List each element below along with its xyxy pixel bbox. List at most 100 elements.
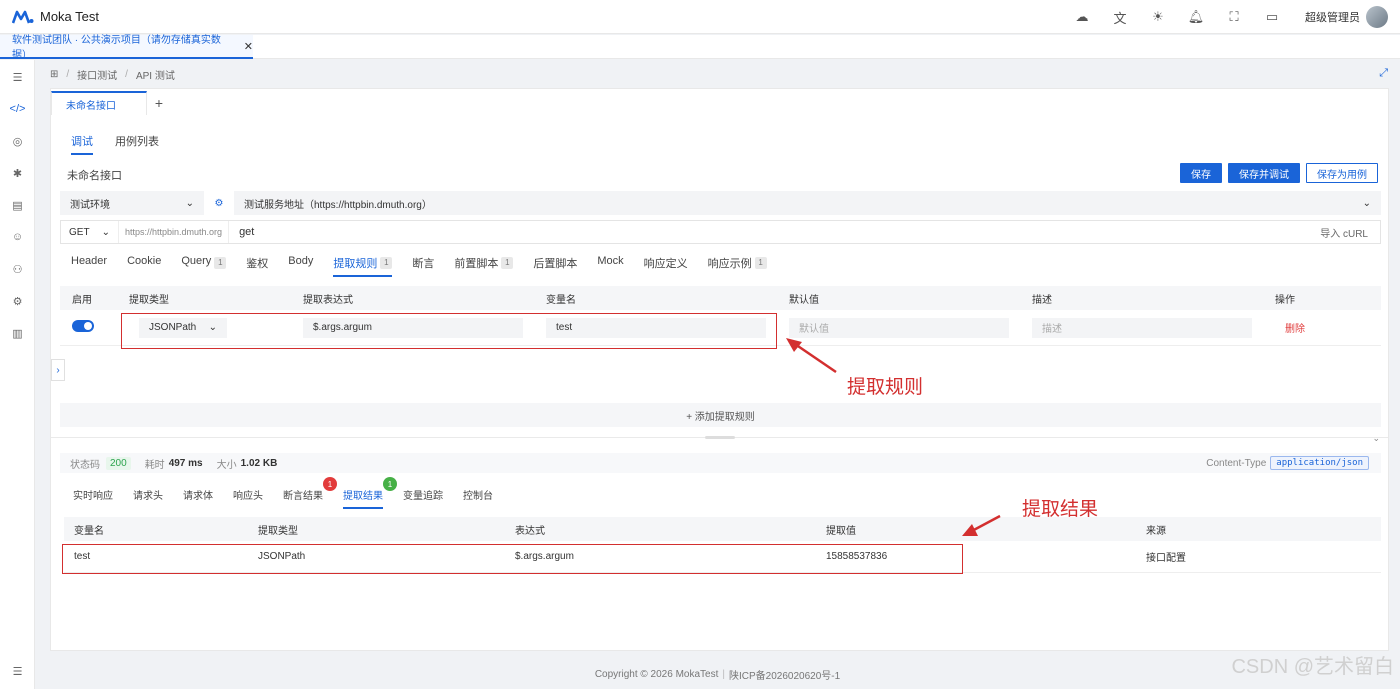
count-badge: 1 — [380, 257, 393, 269]
tab-request-2[interactable]: Query 1 — [181, 255, 227, 277]
add-tab-button[interactable]: + — [149, 91, 169, 115]
request-tabs: Header Cookie Query 1 鉴权 Body 提取规则 1 断言 前置脚本 1 后置脚本… — [71, 255, 787, 277]
response-meta: 状态码 200 耗时 497 ms 大小 1.02 KB Content-Typ… — [60, 453, 1381, 473]
count-badge: 1 — [383, 477, 397, 491]
gear-icon[interactable]: ⚙ — [0, 288, 35, 314]
tab-response-6[interactable]: 变量追踪 — [403, 487, 443, 509]
method-select[interactable]: GET ⌄ — [61, 221, 119, 243]
project-tab-bar: 软件测试团队 · 公共演示项目（请勿存储真实数据） ✕ — [0, 35, 1400, 61]
project-tab[interactable]: 软件测试团队 · 公共演示项目（请勿存储真实数据） ✕ — [0, 35, 253, 61]
tab-request-5[interactable]: 提取规则 1 — [333, 255, 393, 277]
save-as-case-button[interactable]: 保存为用例 — [1306, 163, 1378, 183]
tab-response-0[interactable]: 实时响应 — [73, 487, 113, 509]
tab-request-6[interactable]: 断言 — [412, 255, 434, 277]
server-select[interactable]: 测试服务地址（https://httpbin.dmuth.org） ⌄ — [234, 191, 1381, 215]
description-input[interactable]: 描述 — [1032, 317, 1252, 338]
count-badge: 1 — [501, 257, 514, 269]
count-badge: 1 — [754, 257, 767, 269]
project-tab-label: 软件测试团队 · 公共演示项目（请勿存储真实数据） — [12, 35, 221, 61]
resize-handle[interactable] — [705, 436, 735, 439]
breadcrumb: ⊞ / 接口测试 / API 测试 — [50, 67, 175, 82]
app-title: Moka Test — [40, 9, 100, 24]
content-type-tag: application/json — [1270, 456, 1369, 470]
breadcrumb-item: API 测试 — [135, 70, 175, 82]
tab-request-1[interactable]: Cookie — [127, 255, 161, 277]
tab-response-3[interactable]: 响应头 — [233, 487, 263, 509]
chevron-down-icon: ⌄ — [185, 197, 194, 209]
table-header: 变量名 提取类型 表达式 提取值 来源 — [64, 517, 1381, 541]
footer: Copyright © 2026 MokaTest | 陕ICP备2026020… — [594, 667, 841, 682]
calendar-icon[interactable]: ▤ — [0, 192, 35, 218]
tab-response-7[interactable]: 控制台 — [463, 487, 493, 509]
env-settings-icon[interactable]: ⚙ — [204, 191, 234, 215]
response-size: 1.02 KB — [240, 457, 278, 469]
code-icon[interactable]: </> — [0, 96, 35, 122]
tab-debug[interactable]: 调试 — [71, 133, 93, 155]
chevron-right-icon[interactable]: › — [51, 359, 65, 381]
chevron-down-icon: ⌄ — [1362, 197, 1371, 209]
annotation-box-result — [62, 544, 963, 574]
annotation-label-result: 提取结果 — [1022, 498, 1099, 520]
annotation-label-rule: 提取规则 — [847, 376, 924, 398]
chevron-down-icon: ⌄ — [101, 226, 110, 238]
moka-logo-icon — [12, 10, 34, 24]
chevron-down-icon[interactable]: ⌄ — [1372, 433, 1380, 444]
tab-request-3[interactable]: 鉴权 — [246, 255, 268, 277]
icp-link[interactable]: 陕ICP备2026020620号-1 — [729, 667, 840, 682]
tab-request-8[interactable]: 后置脚本 — [533, 255, 577, 277]
environment-select[interactable]: 测试环境 ⌄ — [60, 191, 204, 215]
response-tabs: 实时响应 请求头 请求体 响应头 断言结果 1 提取结果 1 变量追踪 控制台 — [73, 477, 513, 509]
breadcrumb-item[interactable]: 接口测试 — [77, 67, 117, 82]
bell-icon[interactable]: 🔔︎ — [1177, 0, 1215, 34]
user-name[interactable]: 超级管理员 — [1305, 9, 1360, 25]
tab-request-7[interactable]: 前置脚本 1 — [454, 255, 514, 277]
tab-response-1[interactable]: 请求头 — [133, 487, 163, 509]
count-badge: 1 — [214, 257, 227, 269]
users-icon[interactable]: ⚇ — [0, 256, 35, 282]
response-time: 497 ms — [168, 457, 203, 469]
path-input[interactable]: get — [229, 226, 1320, 238]
book-icon[interactable]: ▥ — [0, 320, 35, 346]
cloud-icon[interactable]: ☁ — [1063, 0, 1101, 34]
tab-response-5[interactable]: 提取结果 1 — [343, 477, 397, 509]
api-name[interactable]: 未命名接口 — [67, 167, 122, 183]
count-badge: 1 — [323, 477, 337, 491]
check-circle-icon[interactable]: ◎ — [0, 128, 35, 154]
close-icon[interactable]: ✕ — [244, 40, 253, 53]
delete-button[interactable]: 删除 — [1285, 324, 1305, 335]
video-icon[interactable]: ▭ — [1253, 0, 1291, 34]
user-icon[interactable]: ☺ — [0, 224, 35, 250]
tab-case-list[interactable]: 用例列表 — [115, 133, 159, 155]
tab-response-4[interactable]: 断言结果 1 — [283, 477, 337, 509]
annotation-arrow-icon — [962, 514, 1001, 536]
menu-list-icon[interactable]: ☰ — [0, 64, 35, 90]
save-and-debug-button[interactable]: 保存并调试 — [1228, 163, 1300, 183]
tab-response-2[interactable]: 请求体 — [183, 487, 213, 509]
table-header: 启用 提取类型 提取表达式 变量名 默认值 描述 操作 — [60, 286, 1381, 310]
import-curl-button[interactable]: 导入 cURL — [1320, 225, 1380, 240]
annotation-arrow-icon — [786, 338, 837, 374]
sidebar: ☰ </> ◎ ✱ ▤ ☺ ⚇ ⚙ ▥ ☰ — [0, 60, 35, 689]
add-extract-rule-button[interactable]: + 添加提取规则 — [60, 403, 1381, 427]
avatar[interactable] — [1366, 6, 1388, 28]
status-badge: 200 — [106, 456, 131, 470]
expand-icon[interactable]: ⤢ — [1379, 67, 1388, 80]
fullscreen-icon[interactable]: ⛶ — [1215, 0, 1253, 34]
tab-request-4[interactable]: Body — [288, 255, 313, 277]
top-header: Moka Test ☁ 文 ☀ 🔔︎ ⛶ ▭ 超级管理员 — [0, 0, 1400, 34]
tab-request-10[interactable]: 响应定义 — [644, 255, 688, 277]
bug-icon[interactable]: ✱ — [0, 160, 35, 186]
translate-icon[interactable]: 文 — [1101, 0, 1139, 34]
grid-icon[interactable]: ⊞ — [50, 69, 58, 80]
enable-toggle[interactable] — [72, 320, 94, 332]
app-logo[interactable]: Moka Test — [12, 9, 99, 24]
tab-request-9[interactable]: Mock — [597, 255, 623, 277]
collapse-menu-icon[interactable]: ☰ — [0, 658, 35, 684]
base-url: https://httpbin.dmuth.org — [119, 221, 230, 243]
api-tab[interactable]: 未命名接口 — [51, 91, 147, 115]
annotation-box-rule — [121, 313, 777, 349]
tab-request-11[interactable]: 响应示例 1 — [708, 255, 767, 277]
tab-request-0[interactable]: Header — [71, 255, 107, 277]
save-button[interactable]: 保存 — [1180, 163, 1222, 183]
theme-sun-icon[interactable]: ☀ — [1139, 0, 1177, 34]
